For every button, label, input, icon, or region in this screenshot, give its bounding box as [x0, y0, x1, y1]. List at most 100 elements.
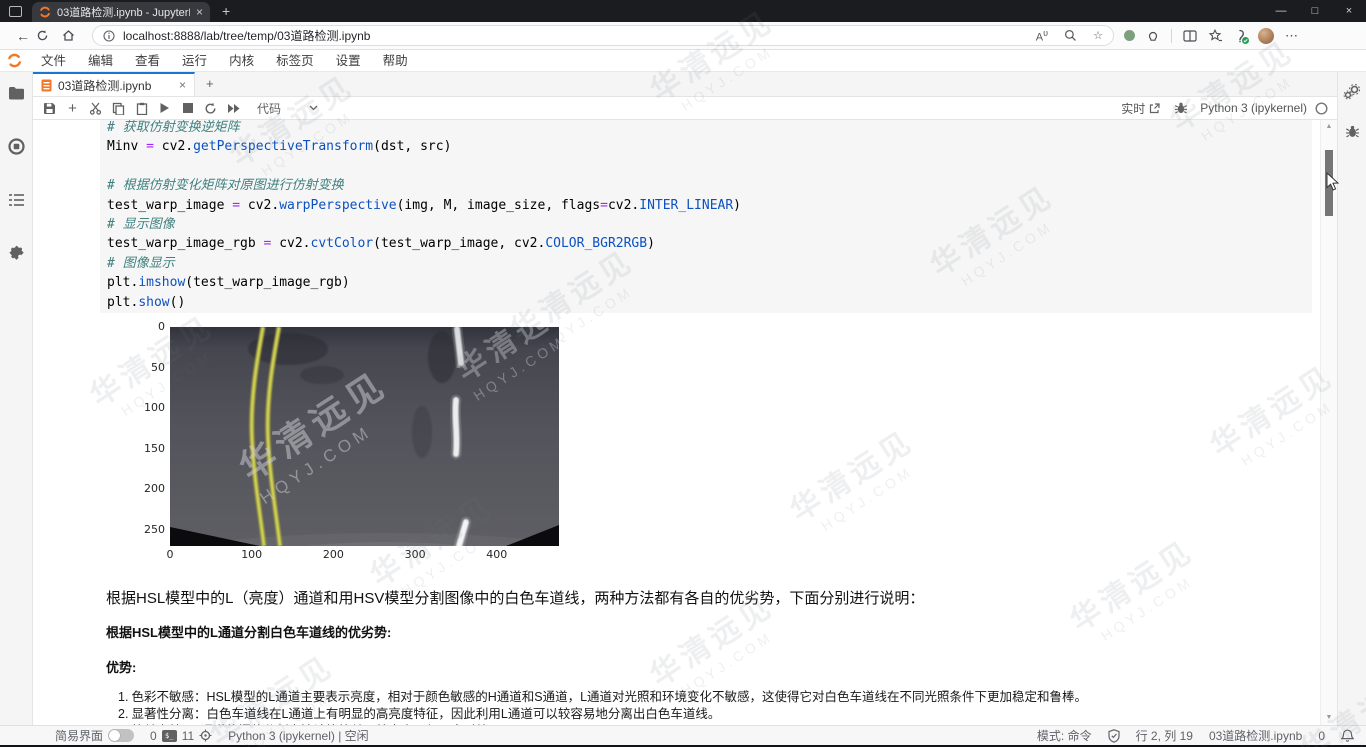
markdown-subheading: 优势:	[106, 657, 1250, 676]
kernel-sessions-icon	[199, 729, 212, 742]
property-inspector-icon[interactable]	[1343, 84, 1361, 100]
add-tab-button[interactable]: +	[195, 72, 225, 96]
notification-bell[interactable]	[1341, 729, 1354, 743]
debugger-bug-icon[interactable]	[1174, 101, 1188, 115]
menu-item[interactable]: 查看	[124, 50, 171, 72]
restart-kernel-button[interactable]	[199, 97, 222, 120]
trust-indicator	[1108, 729, 1120, 743]
browser-menu-icon[interactable]: ⋯	[1285, 28, 1299, 44]
code-line[interactable]: plt.imshow(test_warp_image_rgb)	[107, 273, 1304, 292]
collections-icon[interactable]	[1208, 29, 1222, 42]
tab-close-icon[interactable]: ×	[196, 5, 203, 19]
x-tick-label: 400	[475, 548, 519, 561]
code-line[interactable]: plt.show()	[107, 293, 1304, 312]
jupyter-logo-icon	[7, 53, 22, 68]
favorite-star-icon[interactable]: ☆	[1093, 29, 1103, 42]
code-line[interactable]: test_warp_image = cv2.warpPerspective(im…	[107, 196, 1304, 215]
save-button[interactable]	[38, 97, 61, 120]
file-browser-icon[interactable]	[8, 86, 25, 100]
close-button[interactable]: ×	[1332, 5, 1366, 17]
kernel-name-button[interactable]: Python 3 (ipykernel)	[1200, 101, 1307, 115]
zoom-page-icon[interactable]	[1064, 29, 1077, 42]
browser-tab[interactable]: 03道路检测.ipynb - JupyterLab ×	[32, 2, 210, 22]
new-tab-button[interactable]: +	[222, 3, 230, 19]
markdown-cell[interactable]: 根据HSL模型中的L（亮度）通道和用HSV模型分割图像中的白色车道线，两种方法都…	[106, 587, 1250, 725]
menu-item[interactable]: 内核	[218, 50, 265, 72]
terminal-count[interactable]: 0 $_ 11	[150, 729, 212, 743]
status-bar-right: 模式: 命令 行 2, 列 19 03道路检测.ipynb 0	[1021, 727, 1354, 744]
split-screen-icon[interactable]	[1183, 30, 1197, 42]
command-mode-indicator[interactable]: 模式: 命令	[1037, 727, 1092, 744]
y-tick-label: 50	[137, 361, 165, 374]
copy-cells-button[interactable]	[107, 97, 130, 120]
cut-cells-button[interactable]	[84, 97, 107, 120]
menu-item[interactable]: 运行	[171, 50, 218, 72]
collaboration-label: 实时	[1121, 100, 1145, 117]
code-cell[interactable]: # 获取仿射变换逆矩阵Minv = cv2.getPerspectiveTran…	[100, 120, 1312, 313]
code-line[interactable]: # 根据仿射变化矩阵对原图进行仿射变换	[107, 176, 1304, 195]
menu-list: 文件编辑查看运行内核标签页设置帮助	[30, 50, 419, 72]
table-of-contents-icon[interactable]	[8, 193, 25, 207]
notebook-tab-close-icon[interactable]: ×	[179, 78, 186, 92]
browser-essentials-icon[interactable]	[1233, 29, 1247, 43]
extension-manager-icon[interactable]	[8, 245, 25, 262]
document-tab-bar: 03道路检测.ipynb × +	[33, 72, 1337, 97]
mouse-cursor	[1326, 172, 1340, 192]
code-line[interactable]	[107, 157, 1304, 176]
code-line[interactable]: test_warp_image_rgb = cv2.cvtColor(test_…	[107, 234, 1304, 253]
site-info-icon[interactable]	[103, 30, 115, 42]
minimize-button[interactable]: —	[1264, 5, 1298, 17]
menu-item[interactable]: 文件	[30, 50, 77, 72]
toggle-switch[interactable]	[108, 729, 134, 742]
url-text[interactable]: localhost:8888/lab/tree/temp/03道路检测.ipyn…	[123, 27, 370, 44]
code-line[interactable]: # 获取仿射变换逆矩阵	[107, 120, 1304, 137]
paste-cells-button[interactable]	[130, 97, 153, 120]
extension-green-icon[interactable]	[1124, 30, 1135, 41]
active-file-name: 03道路检测.ipynb	[1209, 727, 1302, 744]
add-cell-button[interactable]: +	[61, 97, 84, 120]
code-line[interactable]: # 图像显示	[107, 254, 1304, 273]
simple-mode-toggle[interactable]: 简易界面	[55, 727, 134, 744]
url-bar[interactable]: localhost:8888/lab/tree/temp/03道路检测.ipyn…	[92, 25, 1114, 46]
kernel-status-icon[interactable]	[1315, 102, 1328, 115]
cursor-position[interactable]: 行 2, 列 19	[1136, 727, 1193, 744]
profile-avatar[interactable]	[1258, 28, 1274, 44]
run-cell-button[interactable]	[153, 97, 176, 120]
scroll-up-icon[interactable]: ▲	[1321, 120, 1337, 134]
road-image: 华清远见 HQYJ.COM 华清远见 HQYJ.COM	[170, 327, 559, 546]
interrupt-kernel-button[interactable]	[176, 97, 199, 120]
browser-action-icons: ⋯	[1124, 28, 1299, 44]
x-tick-label: 100	[230, 548, 274, 561]
home-icon[interactable]	[62, 29, 88, 42]
debugger-sidebar-icon[interactable]	[1345, 124, 1360, 139]
read-aloud-icon[interactable]: Aʋ	[1036, 28, 1048, 44]
back-icon[interactable]: ←	[10, 28, 36, 44]
code-line[interactable]: Minv = cv2.getPerspectiveTransform(dst, …	[107, 137, 1304, 156]
main-dock: 03道路检测.ipynb × + +	[33, 72, 1337, 725]
collaboration-link[interactable]: 实时	[1121, 100, 1160, 117]
kernel-count-value: 11	[182, 729, 194, 743]
scroll-down-icon[interactable]: ▼	[1321, 711, 1337, 725]
maximize-button[interactable]: □	[1298, 5, 1332, 17]
menu-item[interactable]: 编辑	[77, 50, 124, 72]
restart-run-all-button[interactable]	[222, 97, 245, 120]
menu-item[interactable]: 设置	[325, 50, 372, 72]
menu-item[interactable]: 帮助	[372, 50, 419, 72]
bell-icon	[1341, 729, 1354, 743]
refresh-icon[interactable]	[36, 29, 62, 42]
code-line[interactable]: # 显示图像	[107, 215, 1304, 234]
cell-type-dropdown[interactable]: 代码	[253, 100, 322, 117]
kernel-status-text[interactable]: Python 3 (ipykernel) | 空闲	[228, 727, 369, 744]
extension-icon[interactable]	[1146, 29, 1160, 43]
notebook-tab[interactable]: 03道路检测.ipynb ×	[33, 72, 195, 96]
tab-actions-icon[interactable]	[9, 6, 22, 17]
menu-item[interactable]: 标签页	[265, 50, 325, 72]
browser-tab-title: 03道路检测.ipynb - JupyterLab	[57, 4, 190, 20]
code-editor[interactable]: # 获取仿射变换逆矩阵Minv = cv2.getPerspectiveTran…	[100, 120, 1312, 313]
running-sessions-icon[interactable]	[8, 138, 25, 155]
notebook-scrollbar[interactable]: ▲ ▼	[1320, 120, 1337, 725]
notebook-tab-title: 03道路检测.ipynb	[58, 77, 173, 94]
external-link-icon	[1149, 103, 1160, 114]
right-activity-bar	[1337, 72, 1366, 725]
notification-count[interactable]: 0	[1318, 729, 1325, 743]
